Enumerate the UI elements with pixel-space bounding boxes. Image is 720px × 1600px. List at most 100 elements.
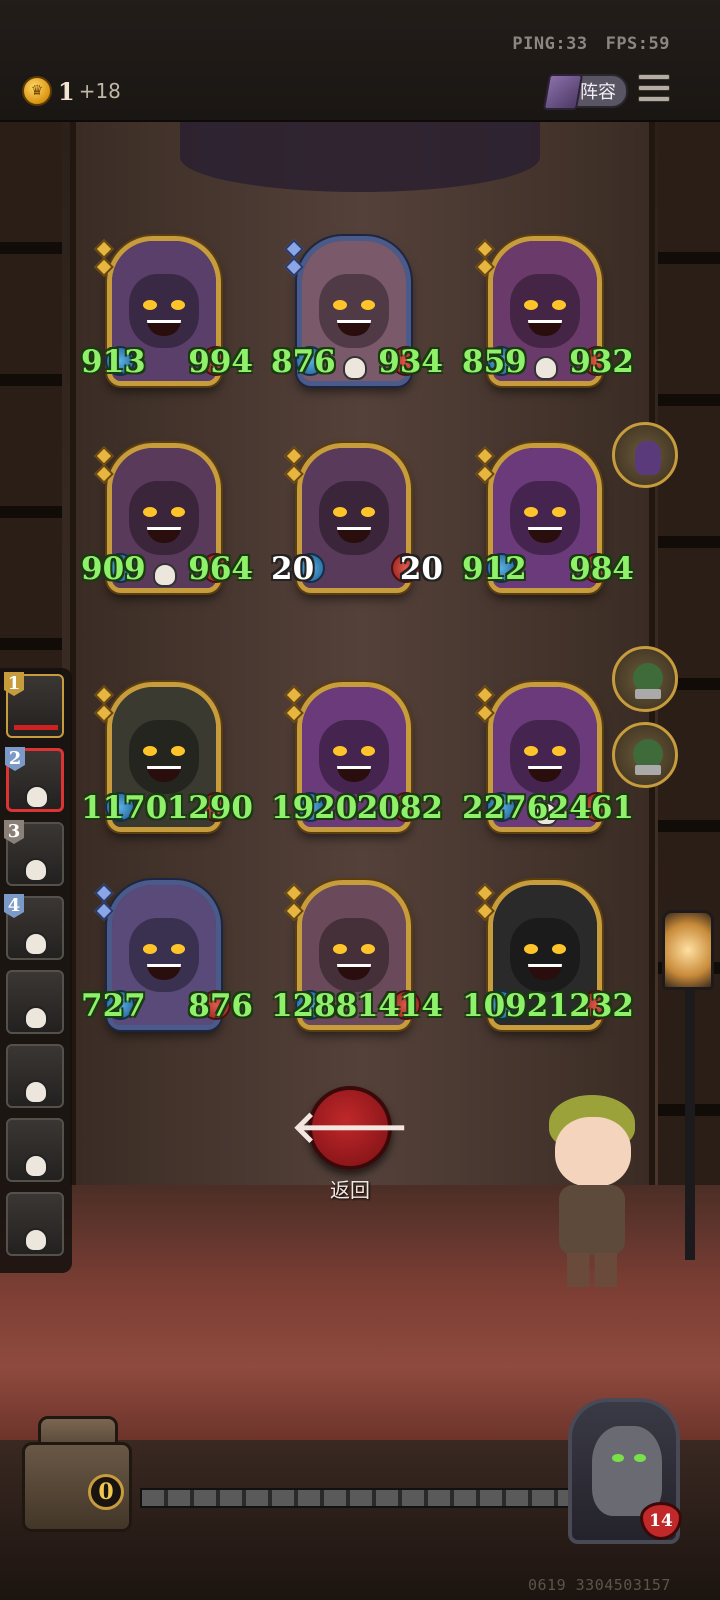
perf-stats: PING:33 FPS:59: [512, 34, 670, 54]
hero-card[interactable]: 909 964: [81, 443, 253, 613]
card-health: 932: [569, 344, 634, 380]
slot-number: 2: [5, 747, 25, 771]
skull-icon: [24, 1228, 48, 1252]
roster-slot[interactable]: [6, 1192, 64, 1256]
card-attack: 1092: [462, 988, 549, 1024]
hero-card[interactable]: 1170 1290: [81, 682, 253, 852]
roster-slot[interactable]: 1: [4, 672, 64, 738]
card-attack: 909: [81, 551, 146, 587]
chest-count: 0: [88, 1474, 124, 1510]
card-health: 1414: [356, 988, 443, 1024]
roster-slot[interactable]: [6, 1118, 64, 1182]
roster-slot[interactable]: 3: [4, 820, 64, 886]
treasure-chest-button[interactable]: 0: [8, 1410, 146, 1540]
player-uid: 0619 3304503157: [528, 1576, 671, 1594]
bonsai-orb-1[interactable]: [612, 646, 678, 712]
skull-icon: [24, 1080, 48, 1104]
gold-coin-icon: ♛: [22, 76, 52, 106]
hp-bar: [14, 725, 58, 730]
lineup-button[interactable]: 阵容: [542, 74, 628, 110]
star-gem-icon: [284, 883, 304, 903]
hero-card[interactable]: 1092 1232: [462, 880, 634, 1050]
lineup-label: 阵容: [580, 82, 616, 103]
star-gem-icon: [284, 446, 304, 466]
card-attack: 727: [81, 988, 146, 1024]
skull-icon: [24, 932, 48, 956]
arrow-left-icon: 🡐: [291, 1102, 409, 1153]
star-gem-icon: [94, 446, 114, 466]
imp-icon: [635, 441, 661, 475]
skull-icon: [24, 1006, 48, 1030]
card-health: 20: [399, 551, 443, 587]
skull-icon: [25, 785, 49, 809]
card-health: 964: [188, 551, 253, 587]
star-gem-icon: [284, 685, 304, 705]
fps-label: FPS:59: [605, 34, 670, 54]
card-health: 934: [378, 344, 443, 380]
card-health: 984: [569, 551, 634, 587]
shopkeeper-character: [545, 1095, 645, 1290]
card-attack: 913: [81, 344, 146, 380]
hero-card[interactable]: 859 932: [462, 236, 634, 406]
back-button[interactable]: 🡐: [291, 1086, 409, 1170]
skull-icon: [534, 356, 558, 380]
roster-slot[interactable]: [6, 970, 64, 1034]
roster-slot[interactable]: 4: [4, 894, 64, 960]
star-gem-icon: [94, 685, 114, 705]
player-health-value: 14: [649, 1511, 673, 1531]
gold-counter: ♛ 1 +18: [22, 76, 121, 106]
hero-card[interactable]: 876 934: [271, 236, 443, 406]
card-attack: 20: [271, 551, 315, 587]
hero-card[interactable]: 1920 2082: [271, 682, 443, 852]
bottom-rail: [140, 1488, 580, 1508]
card-attack: 1288: [271, 988, 358, 1024]
star-gem-icon: [284, 239, 304, 259]
ping-label: PING:33: [512, 34, 588, 54]
bonsai-orb-2[interactable]: [612, 722, 678, 788]
hero-card[interactable]: 727 876: [81, 880, 253, 1050]
hero-card[interactable]: 20 20: [271, 443, 443, 613]
window-arch: [180, 122, 540, 192]
card-health: 1232: [547, 988, 634, 1024]
hero-card[interactable]: 912 984: [462, 443, 634, 613]
card-health: 1290: [166, 790, 253, 826]
slot-number: 4: [4, 894, 24, 918]
card-health: 2461: [547, 790, 634, 826]
star-gem-icon: [475, 239, 495, 259]
roster-slot[interactable]: [6, 1044, 64, 1108]
team-roster: 1 2 3 4: [0, 668, 72, 1273]
top-bar: PING:33 FPS:59 ♛ 1 +18 阵容: [0, 0, 720, 122]
card-health: 2082: [356, 790, 443, 826]
hero-card[interactable]: 2276 2461: [462, 682, 634, 852]
skull-icon: [24, 858, 48, 882]
star-gem-icon: [475, 446, 495, 466]
hero-card[interactable]: 913 994: [81, 236, 253, 406]
lamp-icon: [662, 910, 714, 990]
skull-icon: [153, 563, 177, 587]
imp-buff-orb[interactable]: [612, 422, 678, 488]
gold-amount: 1: [58, 76, 75, 106]
menu-icon: [638, 74, 670, 80]
slot-number: 3: [4, 820, 24, 844]
book-icon: [542, 74, 584, 110]
bookshelf-left: [0, 122, 62, 682]
card-attack: 2276: [462, 790, 549, 826]
skull-icon: [24, 1154, 48, 1178]
star-gem-icon: [475, 685, 495, 705]
card-attack: 859: [462, 344, 527, 380]
gold-income: +18: [78, 79, 121, 103]
slot-number: 1: [4, 672, 24, 696]
card-health: 876: [188, 988, 253, 1024]
card-attack: 1920: [271, 790, 358, 826]
back-label: 返回: [330, 1178, 370, 1202]
card-attack: 876: [271, 344, 336, 380]
star-gem-icon: [94, 883, 114, 903]
card-attack: 912: [462, 551, 527, 587]
menu-button[interactable]: [638, 74, 670, 106]
star-gem-icon: [94, 239, 114, 259]
star-gem-icon: [475, 883, 495, 903]
skull-icon: [343, 356, 367, 380]
roster-slot[interactable]: 2: [5, 747, 64, 812]
card-attack: 1170: [81, 790, 168, 826]
hero-card[interactable]: 1288 1414: [271, 880, 443, 1050]
